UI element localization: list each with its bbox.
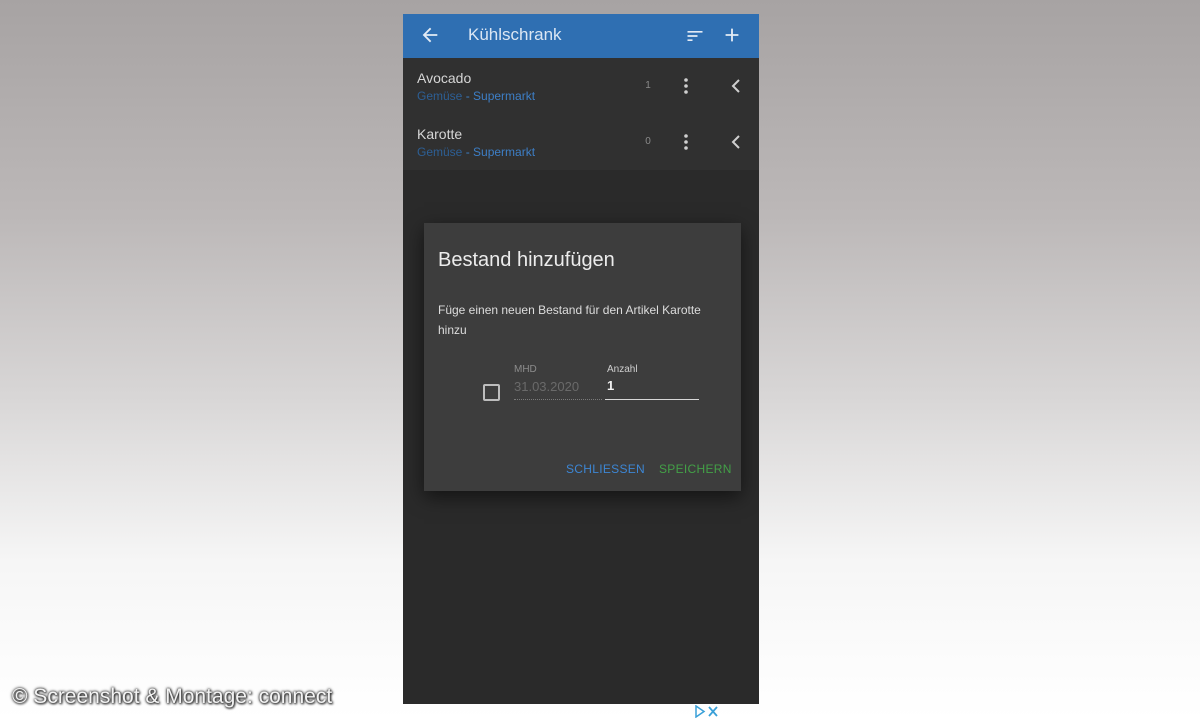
dialog-title: Bestand hinzufügen	[438, 249, 615, 271]
item-name: Avocado	[417, 70, 472, 86]
app-bar: Kühlschrank	[403, 14, 759, 58]
sort-icon[interactable]	[685, 26, 705, 46]
item-category: Gemüse	[417, 89, 463, 103]
anzahl-input[interactable]: 1	[607, 378, 699, 398]
list-item[interactable]: Karotte Gemüse - Supermarkt 0	[403, 114, 759, 169]
chevron-left-icon[interactable]	[729, 134, 743, 150]
more-vert-icon[interactable]	[679, 133, 693, 151]
list-item[interactable]: Avocado Gemüse - Supermarkt 1	[403, 58, 759, 113]
image-credit: © Screenshot & Montage: connect	[12, 685, 333, 708]
item-subtitle: Gemüse - Supermarkt	[417, 145, 535, 159]
item-category: Gemüse	[417, 145, 463, 159]
anzahl-label: Anzahl	[607, 364, 638, 375]
close-button[interactable]: SCHLIESSEN	[566, 462, 645, 476]
app-title: Kühlschrank	[468, 25, 562, 44]
dialog-message: Füge einen neuen Bestand für den Artikel…	[438, 303, 701, 337]
item-count: 0	[645, 136, 651, 147]
item-name: Karotte	[417, 126, 463, 142]
mhd-label: MHD	[514, 364, 537, 375]
ad-choices-icon[interactable]	[694, 705, 720, 718]
item-location: - Supermarkt	[465, 89, 536, 103]
more-vert-icon[interactable]	[679, 77, 693, 95]
mhd-field[interactable]: 31.03.2020	[514, 379, 579, 394]
add-icon[interactable]	[721, 24, 743, 46]
item-subtitle: Gemüse - Supermarkt	[417, 89, 535, 103]
mhd-checkbox[interactable]	[483, 384, 500, 401]
item-count: 1	[645, 80, 651, 91]
arrow-back-icon[interactable]	[419, 24, 441, 46]
item-list: Avocado Gemüse - Supermarkt 1 Karotte Ge…	[403, 58, 759, 170]
add-stock-dialog: Bestand hinzufügen Füge einen neuen Best…	[424, 223, 741, 491]
chevron-left-icon[interactable]	[729, 78, 743, 94]
mhd-underline	[514, 399, 602, 400]
phone-screen: Kühlschrank Avocado Gemüse - Supermarkt …	[403, 14, 759, 704]
item-location: - Supermarkt	[465, 145, 536, 159]
save-button[interactable]: SPEICHERN	[659, 462, 732, 476]
anzahl-underline	[605, 399, 699, 400]
